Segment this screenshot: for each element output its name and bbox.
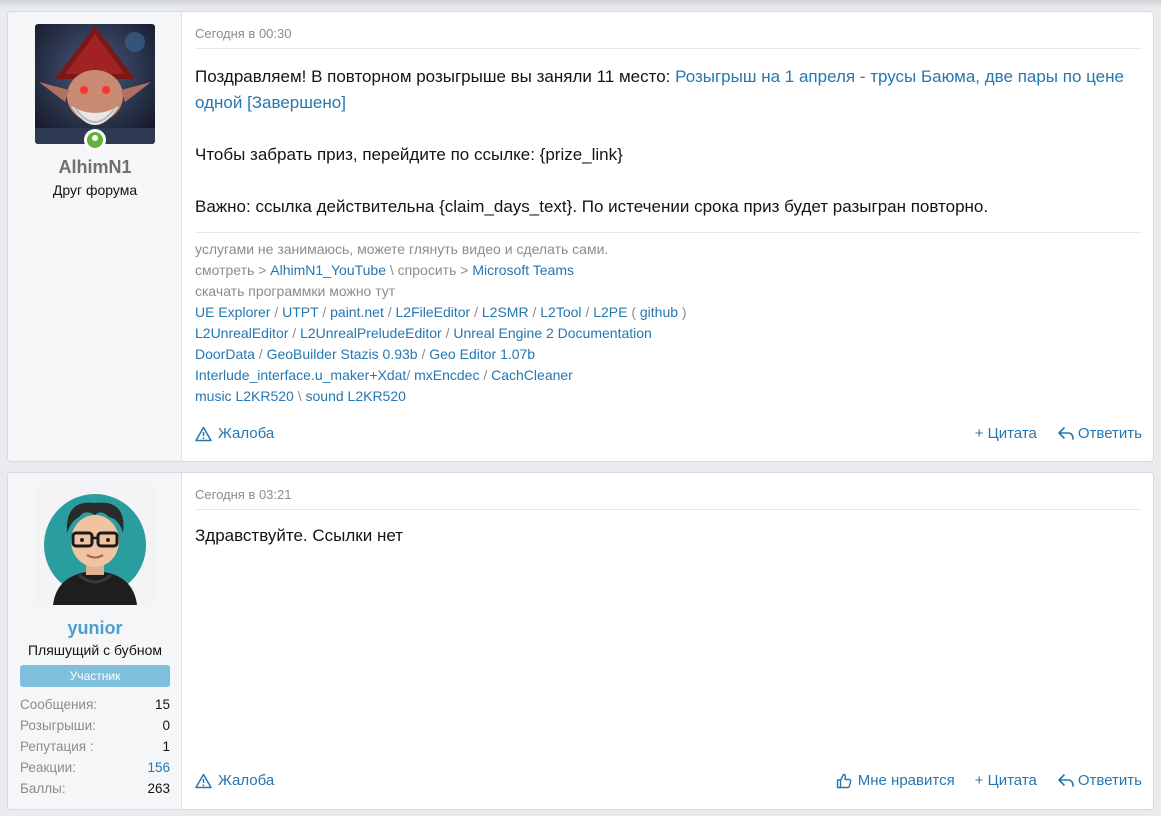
reply-button[interactable]: Ответить (1057, 772, 1142, 789)
warning-icon (195, 426, 212, 441)
sig-link[interactable]: GeoBuilder Stazis 0.93b (267, 346, 418, 362)
signature-line: скачать программки можно тут (195, 283, 396, 299)
signature-links-row: Interlude_interface.u_maker+Xdat/ mxEncd… (195, 367, 573, 383)
stat-value: 263 (147, 781, 170, 796)
stat-label: Розыгрыши: (20, 718, 96, 733)
sig-link[interactable]: Unreal Engine 2 Documentation (453, 325, 651, 341)
message-text: Важно: ссылка действительна {claim_days_… (195, 197, 989, 216)
quote-button[interactable]: + Цитата (975, 425, 1037, 442)
stat-reactions: Реакции: 156 (20, 757, 170, 778)
message-text: Здравствуйте. Ссылки нет (195, 526, 404, 545)
quote-button[interactable]: + Цитата (975, 772, 1037, 789)
reply-icon (1058, 774, 1074, 787)
top-shade (0, 0, 1161, 8)
post-date[interactable]: Сегодня в 00:30 (195, 26, 291, 41)
signature-links-row: DoorData / GeoBuilder Stazis 0.93b / Geo… (195, 346, 536, 362)
sig-link[interactable]: Interlude_interface.u_maker+Xdat (195, 367, 406, 383)
message-text: Чтобы забрать приз, перейдите по ссылке:… (195, 145, 623, 164)
stat-label: Баллы: (20, 781, 66, 796)
stat-giveaways: Розыгрыши: 0 (20, 715, 170, 736)
signature-links-row: L2UnrealEditor / L2UnrealPreludeEditor /… (195, 325, 652, 341)
post-date[interactable]: Сегодня в 03:21 (195, 487, 291, 502)
divider (195, 509, 1142, 510)
signature-line: услугами не занимаюсь, можете глянуть ви… (195, 241, 609, 257)
online-indicator-icon (84, 129, 106, 151)
like-button[interactable]: Мне нравится (836, 772, 955, 789)
signature-divider (195, 232, 1142, 233)
post-main: Сегодня в 03:21 Здравствуйте. Ссылки нет… (182, 473, 1153, 809)
stat-reputation: Репутация : 1 (20, 736, 170, 757)
stat-value: 1 (162, 739, 170, 754)
signature-links-row: music L2KR520 \ sound L2KR520 (195, 388, 406, 404)
signature-text: смотреть > (195, 262, 271, 278)
divider (195, 48, 1142, 49)
post-user-panel: AlhimN1 Друг форума (8, 12, 182, 461)
avatar[interactable] (35, 485, 155, 605)
sig-link[interactable]: L2PE (593, 304, 627, 320)
post-actions: Жалоба + Цитата Ответить (195, 425, 1142, 442)
thumbs-up-icon (836, 773, 852, 788)
stat-value: 0 (162, 718, 170, 733)
avatar[interactable] (35, 24, 155, 144)
stat-label: Сообщения: (20, 697, 98, 712)
sig-link[interactable]: sound L2KR520 (306, 388, 406, 404)
stat-label: Репутация : (20, 739, 94, 754)
forum-post: AlhimN1 Друг форума Сегодня в 00:30 Позд… (7, 11, 1154, 462)
sig-link[interactable]: UE Explorer (195, 304, 270, 320)
post-actions: Жалоба Мне нравится + Цитата Ответить (195, 772, 1142, 789)
forum-post: yunior Пляшущий с бубном Участник Сообще… (7, 472, 1154, 810)
sig-link[interactable]: L2UnrealPreludeEditor (300, 325, 442, 341)
sig-link[interactable]: CachCleaner (491, 367, 573, 383)
quote-label: + Цитата (974, 425, 1037, 442)
sig-link[interactable]: L2UnrealEditor (195, 325, 288, 341)
signature-text: \ спросить > (386, 262, 473, 278)
reply-label: Ответить (1077, 772, 1142, 789)
sig-link[interactable]: DoorData (195, 346, 255, 362)
report-button[interactable]: Жалоба (195, 772, 274, 789)
sig-link[interactable]: github (640, 304, 678, 320)
report-label: Жалоба (218, 772, 275, 789)
youtube-link[interactable]: AlhimN1_YouTube (270, 262, 386, 278)
stat-messages: Сообщения: 15 (20, 694, 170, 715)
message-text: Поздравляем! В повторном розыгрыше вы за… (195, 67, 676, 86)
reactions-link[interactable]: 156 (147, 757, 170, 778)
username[interactable]: AlhimN1 (8, 157, 182, 178)
stat-value: 15 (154, 697, 170, 712)
reply-button[interactable]: Ответить (1057, 425, 1142, 442)
reply-label: Ответить (1077, 425, 1142, 442)
report-label: Жалоба (218, 425, 275, 442)
quote-label: + Цитата (974, 772, 1037, 789)
sig-link[interactable]: Geo Editor 1.07b (429, 346, 535, 362)
report-button[interactable]: Жалоба (195, 425, 274, 442)
user-title: Пляшущий с бубном (27, 642, 162, 658)
signature-line: смотреть > AlhimN1_YouTube \ спросить > … (195, 260, 1142, 281)
user-title: Друг форума (52, 182, 138, 198)
teams-link[interactable]: Microsoft Teams (472, 262, 574, 278)
like-label: Мне нравится (857, 772, 955, 789)
user-stats: Сообщения: 15 Розыгрыши: 0 Репутация : 1 Ре… (20, 694, 170, 799)
username[interactable]: yunior (8, 618, 182, 639)
post-user-panel: yunior Пляшущий с бубном Участник Сообще… (8, 473, 182, 809)
sig-link[interactable]: L2FileEditor (396, 304, 471, 320)
post-message: Здравствуйте. Ссылки нет (195, 523, 1142, 575)
sig-link[interactable]: L2Tool (540, 304, 581, 320)
sig-link[interactable]: mxEncdec (414, 367, 479, 383)
sig-link[interactable]: music L2KR520 (195, 388, 294, 404)
sig-link[interactable]: L2SMR (482, 304, 529, 320)
post-main: Сегодня в 00:30 Поздравляем! В повторном… (182, 12, 1153, 461)
sig-link[interactable]: paint.net (330, 304, 384, 320)
stat-points: Баллы: 263 (20, 778, 170, 799)
post-message: Поздравляем! В повторном розыгрыше вы за… (195, 64, 1142, 246)
sig-link[interactable]: UTPT (282, 304, 318, 320)
signature-links-row: UE Explorer / UTPT / paint.net / L2FileE… (195, 304, 687, 320)
signature: услугами не занимаюсь, можете глянуть ви… (195, 239, 1142, 407)
reply-icon (1058, 427, 1074, 440)
warning-icon (195, 773, 212, 788)
stat-label: Реакции: (20, 760, 76, 775)
role-badge: Участник (20, 665, 170, 687)
